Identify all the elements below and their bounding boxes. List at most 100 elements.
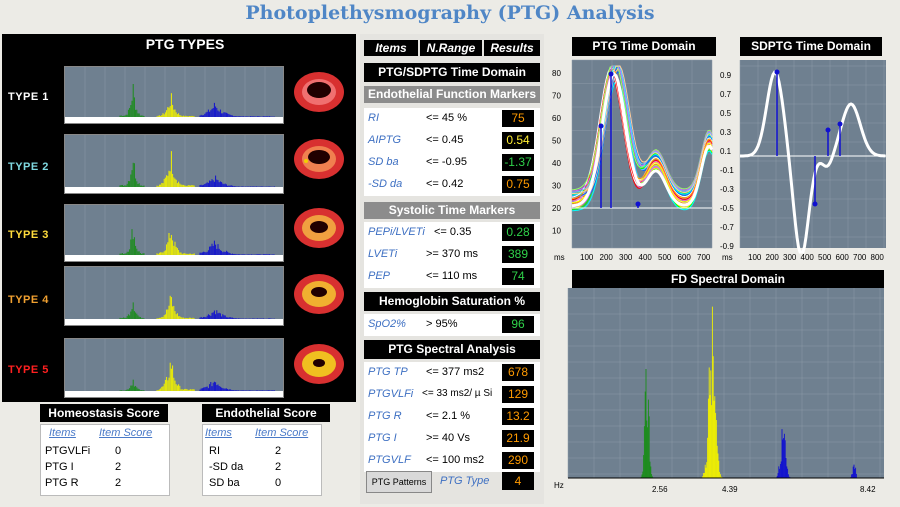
sdptg-x-tick: 100 [748, 253, 762, 262]
table-row-score: 0 [275, 477, 282, 489]
ptg-y-tick: 40 [552, 159, 561, 168]
ptg-time-domain-title: PTG Time Domain [572, 37, 716, 56]
sdptg-marker-point [837, 121, 843, 127]
col-header-range: N.Range [420, 40, 482, 56]
marker-range: <= 0.42 [426, 178, 464, 190]
marker-name: PTGVLFi [368, 388, 414, 400]
spectrum-background [65, 67, 283, 117]
table-row-score: 2 [115, 461, 122, 473]
marker-row-sd-da: -SD da <= 0.42 0.75 [364, 174, 540, 196]
time-domain-section-title: PTG/SDPTG Time Domain [364, 63, 540, 82]
ptg-y-tick: 70 [552, 92, 561, 101]
col-header-results: Results [484, 40, 540, 56]
sdptg-y-tick: -0.9 [720, 242, 734, 251]
type-2-spectrum [64, 134, 284, 194]
ptg-x-tick: 500 [658, 253, 672, 262]
table-row-item: RI [209, 445, 220, 457]
vessel-type-1-icon [293, 70, 345, 114]
marker-name: PEP [368, 270, 391, 282]
ptg-y-tick: 20 [552, 204, 561, 213]
sdptg-y-tick: -0.3 [720, 185, 734, 194]
marker-range: > 95% [426, 318, 458, 330]
marker-name: PEPi/LVETi [368, 226, 425, 238]
ptg-y-tick: 10 [552, 227, 561, 236]
sdptg-x-tick: 400 [801, 253, 815, 262]
systolic-markers-title: Systolic Time Markers [364, 202, 540, 219]
type-2-label: TYPE 2 [8, 161, 49, 173]
marker-value: 290 [502, 452, 534, 469]
sdptg-x-tick: 500 [818, 253, 832, 262]
marker-row-pep: PEP <= 110 ms 74 [364, 266, 540, 288]
marker-value: 13.2 [502, 408, 534, 425]
table-row-score: 2 [115, 477, 122, 489]
type-5-spectrum [64, 338, 284, 398]
type-4-label: TYPE 4 [8, 294, 49, 306]
marker-name: PTG I [368, 432, 397, 444]
sdptg-y-tick: 0.3 [720, 128, 732, 137]
marker-row-ptg-i: PTG I >= 40 Vs 21.9 [364, 428, 540, 450]
marker-value: 389 [502, 246, 534, 263]
table-row-item: SD ba [209, 477, 240, 489]
marker-row-spo2: SpO2% > 95% 96 [364, 314, 540, 336]
homeostasis-col-score: Item Score [99, 427, 153, 439]
ptg-x-tick: 200 [600, 253, 614, 262]
sdptg-marker-point [774, 69, 780, 75]
endothelial-score-title: Endothelial Score [202, 404, 330, 422]
marker-value: 96 [502, 316, 534, 333]
ptg-y-tick: 80 [552, 69, 561, 78]
type-3-label: TYPE 3 [8, 229, 49, 241]
vessel-type-2-icon [293, 137, 345, 181]
ptg-y-tick: 30 [552, 182, 561, 191]
marker-name: RI [368, 112, 379, 124]
marker-value: 0.28 [502, 224, 534, 241]
table-row-score: 2 [275, 461, 282, 473]
sdptg-y-tick: -0.1 [720, 166, 734, 175]
sdptg-x-tick: 300 [783, 253, 797, 262]
vessel-type-4-icon [293, 272, 345, 316]
marker-range: >= 370 ms [426, 248, 478, 260]
ptg-x-tick: 300 [619, 253, 633, 262]
marker-row-ptgvlf: PTGVLF <= 100 ms2 290 [364, 450, 540, 472]
marker-range: <= 33 ms2/ µ Si [422, 388, 493, 399]
marker-value: 129 [502, 386, 534, 403]
endothelial-markers-title: Endothelial Function Markers [364, 86, 540, 103]
col-header-items: Items [364, 40, 418, 56]
type-5-label: TYPE 5 [8, 364, 49, 376]
marker-range: <= 0.45 [426, 134, 464, 146]
ptg-type-value: 4 [502, 472, 534, 490]
marker-row-sd-ba: SD ba <= -0.95 -1.37 [364, 152, 540, 174]
marker-range: <= 0.35 [434, 226, 472, 238]
sdptg-x-tick: 600 [836, 253, 850, 262]
marker-value: 0.54 [502, 132, 534, 149]
marker-range: <= 45 % [426, 112, 467, 124]
vessel-type-3-icon [293, 206, 345, 250]
marker-name: PTG R [368, 410, 402, 422]
type-1-spectrum [64, 66, 284, 124]
marker-name: LVETi [368, 248, 398, 260]
fd-x-unit: Hz [554, 481, 564, 490]
sdptg-marker-point [825, 127, 831, 133]
homeostasis-score-title: Homeostasis Score [40, 404, 168, 422]
type-4-spectrum [64, 266, 284, 326]
sdptg-time-domain-title: SDPTG Time Domain [740, 37, 882, 56]
marker-value: 21.9 [502, 430, 534, 447]
marker-value: 75 [502, 110, 534, 127]
marker-range: <= 110 ms [426, 270, 478, 282]
ptg-types-title: PTG TYPES [145, 36, 225, 52]
table-row-item: PTG I [45, 461, 74, 473]
ptg-patterns-button[interactable]: PTG Patterns [366, 471, 432, 493]
marker-range: <= 100 ms2 [426, 454, 485, 466]
table-row-item: PTGVLFi [45, 445, 91, 457]
homeostasis-col-items: Items [49, 427, 76, 439]
type-3-spectrum [64, 204, 284, 262]
marker-value: 678 [502, 364, 534, 381]
marker-row-ptgvlfi: PTGVLFi <= 33 ms2/ µ Si 129 [364, 384, 540, 406]
marker-name: PTGVLF [368, 454, 411, 466]
ptg-x-tick: 100 [580, 253, 594, 262]
sdptg-time-domain-chart: 0.9 0.7 0.5 0.3 0.1 -0.1 -0.3 -0.5 -0.7 -0.9 100 2… [720, 60, 886, 262]
sdptg-y-tick: 0.7 [720, 90, 732, 99]
marker-row-ptg-tp: PTG TP <= 377 ms2 678 [364, 362, 540, 384]
ptg-marker-point [598, 123, 604, 129]
marker-range: >= 40 Vs [426, 432, 471, 444]
fd-x-label-2: 4.39 [722, 485, 738, 494]
